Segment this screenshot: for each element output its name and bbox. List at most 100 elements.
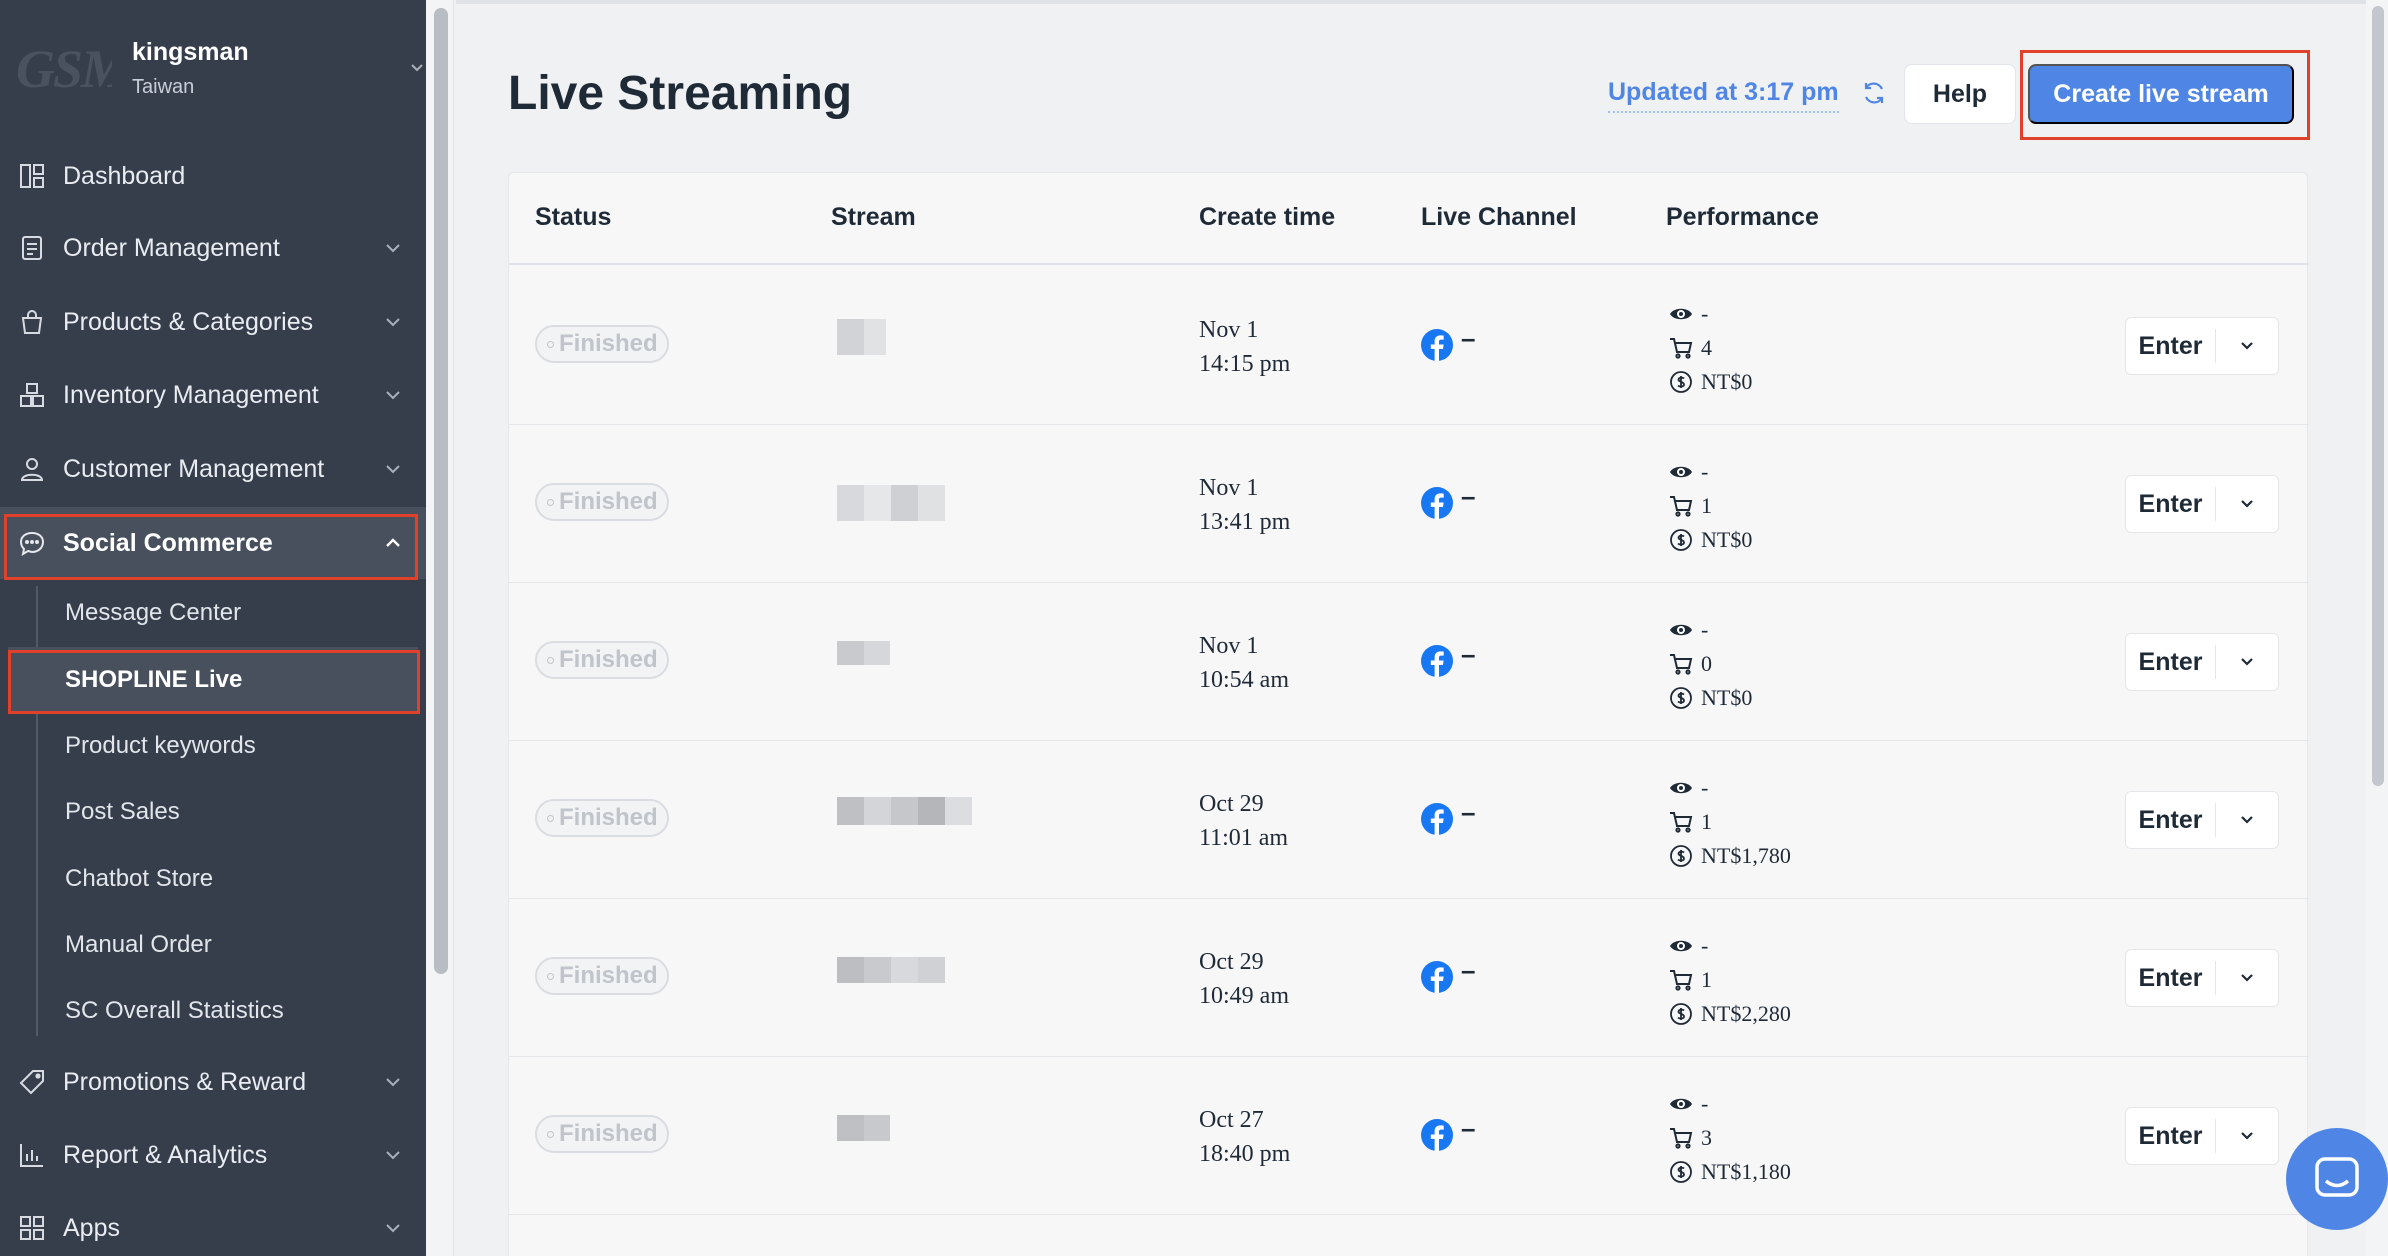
help-button[interactable]: Help (1904, 64, 2016, 124)
status-badge: Finished (535, 483, 669, 521)
eye-icon (1670, 1098, 1692, 1110)
eye-icon (1670, 940, 1692, 952)
revenue-value: NT$0 (1701, 685, 1753, 710)
stream-thumbnail[interactable] (837, 319, 886, 355)
refresh-icon[interactable] (1860, 79, 1888, 107)
column-header-stream: Stream (831, 203, 916, 231)
sidebar-item-label: Inventory Management (63, 380, 319, 409)
sidebar-subitem-message-center[interactable]: Message Center (8, 580, 418, 646)
chevron-down-icon[interactable] (2216, 969, 2278, 987)
chevron-down-icon[interactable] (2216, 653, 2278, 671)
enter-button[interactable]: Enter (2126, 645, 2216, 679)
sidebar-subitem-shopline-live[interactable]: SHOPLINE Live (8, 647, 418, 713)
column-header-status: Status (535, 203, 612, 231)
facebook-icon (1421, 487, 1453, 519)
table-header: Status Stream Create time Live Channel P… (509, 173, 2309, 265)
sidebar-subitem-manual-order[interactable]: Manual Order (8, 912, 418, 978)
create-clock: 10:54 am (1199, 667, 1289, 693)
status-text: Finished (559, 1120, 658, 1147)
chat-icon (16, 527, 48, 559)
enter-button-group[interactable]: Enter (2125, 475, 2279, 533)
create-time: Nov 1 14:15 pm (1199, 313, 1290, 381)
table-row[interactable]: Finished Oct 29 11:01 am – - 1 NT$1,780 E… (509, 741, 2309, 899)
orders-value: 1 (1701, 967, 1712, 992)
performance: - 1 NT$1,780 (1669, 771, 1791, 873)
chevron-down-icon (386, 318, 400, 327)
chevron-down-icon[interactable] (2216, 811, 2278, 829)
enter-button[interactable]: Enter (2126, 487, 2216, 521)
facebook-icon (1421, 1119, 1453, 1151)
table-row[interactable]: Finished Nov 1 14:15 pm – - 4 NT$0 Enter (509, 267, 2309, 425)
sidebar-subitem-post-sales[interactable]: Post Sales (8, 779, 418, 845)
create-date: Nov 1 (1199, 317, 1259, 343)
page-scrollbar-thumb[interactable] (2372, 6, 2384, 786)
table-row[interactable]: Finished Nov 1 13:41 pm – - 1 NT$0 Enter (509, 425, 2309, 583)
chat-icon (2315, 1157, 2359, 1197)
sidebar-item-products-categories[interactable]: Products & Categories (0, 286, 426, 358)
sidebar-item-inventory-management[interactable]: Inventory Management (0, 359, 426, 431)
revenue-value: NT$0 (1701, 369, 1753, 394)
sidebar-subitem-label: Chatbot Store (65, 865, 214, 892)
enter-button-group[interactable]: Enter (2125, 1107, 2279, 1165)
create-time: Oct 29 11:01 am (1199, 787, 1288, 855)
sidebar-scrollbar-thumb[interactable] (434, 8, 448, 974)
enter-button[interactable]: Enter (2126, 329, 2216, 363)
cart-icon (1670, 970, 1693, 991)
table-row[interactable]: Finished Nov 1 10:54 am – - 0 NT$0 Enter (509, 583, 2309, 741)
enter-button-group[interactable]: Enter (2125, 317, 2279, 375)
facebook-icon (1421, 803, 1453, 835)
enter-button-group[interactable]: Enter (2125, 791, 2279, 849)
sidebar-subitem-label: Manual Order (65, 931, 212, 958)
chevron-down-icon[interactable] (2216, 1127, 2278, 1145)
create-live-stream-button[interactable]: Create live stream (2028, 64, 2294, 124)
enter-button[interactable]: Enter (2126, 961, 2216, 995)
orders-value: 3 (1701, 1125, 1712, 1150)
stream-thumbnail[interactable] (837, 957, 945, 983)
status-badge: Finished (535, 957, 669, 995)
sidebar-item-promotions-reward[interactable]: Promotions & Reward (0, 1046, 426, 1118)
live-channel-value: – (1461, 481, 1476, 511)
stream-thumbnail[interactable] (837, 797, 972, 825)
sidebar-item-dashboard[interactable]: Dashboard (0, 140, 426, 212)
cart-icon (1670, 654, 1693, 675)
sidebar-subitem-chatbot-store[interactable]: Chatbot Store (8, 846, 418, 912)
chat-support-button[interactable] (2286, 1128, 2388, 1230)
create-date: Nov 1 (1199, 633, 1259, 659)
create-time: Nov 1 13:41 pm (1199, 471, 1290, 539)
views-value: - (1701, 933, 1709, 958)
sidebar-item-social-commerce[interactable]: Social Commerce (0, 507, 426, 579)
chevron-down-icon[interactable] (2216, 337, 2278, 355)
enter-button-group[interactable]: Enter (2125, 949, 2279, 1007)
chevron-down-icon (386, 1078, 400, 1087)
enter-button[interactable]: Enter (2126, 803, 2216, 837)
sidebar-subitem-label: Message Center (65, 599, 242, 626)
live-channel-value: – (1461, 639, 1476, 669)
sidebar-item-order-management[interactable]: Order Management (0, 212, 426, 284)
sidebar-subitem-sc-overall-statistics[interactable]: SC Overall Statistics (8, 978, 418, 1044)
stream-thumbnail[interactable] (837, 485, 945, 521)
enter-button-group[interactable]: Enter (2125, 633, 2279, 691)
eye-icon (1670, 624, 1692, 636)
top-divider (456, 0, 2366, 4)
chevron-down-icon (386, 1224, 400, 1233)
status-badge: Finished (535, 799, 669, 837)
chevron-down-icon (386, 1151, 400, 1160)
stream-thumbnail[interactable] (837, 641, 890, 665)
sidebar-item-report-analytics[interactable]: Report & Analytics (0, 1119, 426, 1191)
revenue-value: NT$2,280 (1701, 1001, 1791, 1026)
sidebar-item-customer-management[interactable]: Customer Management (0, 433, 426, 505)
create-time: Oct 29 10:49 am (1199, 945, 1289, 1013)
sidebar-item-label: Report & Analytics (63, 1140, 268, 1169)
enter-button[interactable]: Enter (2126, 1119, 2216, 1153)
table-row[interactable]: Finished Oct 27 18:40 pm – - 3 NT$1,180 E… (509, 1057, 2309, 1215)
table-row[interactable]: Finished Oct 29 10:49 am – - 1 NT$2,280 E… (509, 899, 2309, 1057)
chevron-down-icon (411, 64, 423, 72)
store-logo: GSM (16, 39, 112, 99)
sidebar-item-label: Apps (63, 1213, 120, 1242)
bag-icon (16, 306, 48, 338)
account-switcher[interactable]: GSM kingsman Taiwan (0, 0, 426, 140)
chevron-down-icon[interactable] (2216, 495, 2278, 513)
sidebar-subitem-product-keywords[interactable]: Product keywords (8, 713, 418, 779)
stream-thumbnail[interactable] (837, 1115, 890, 1141)
sidebar-item-apps[interactable]: Apps (0, 1192, 426, 1256)
